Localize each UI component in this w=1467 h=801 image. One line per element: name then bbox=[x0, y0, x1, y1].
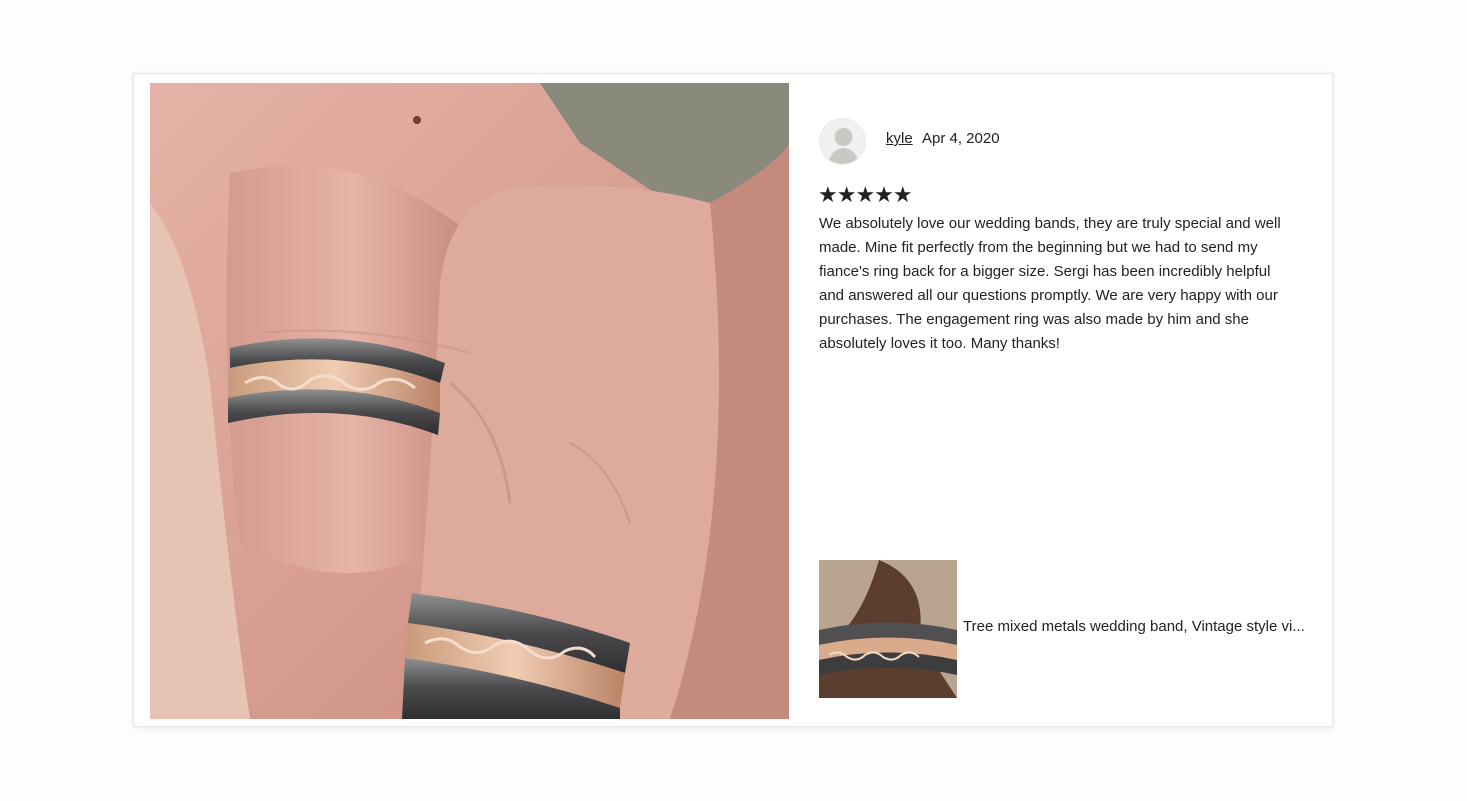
product-thumbnail[interactable] bbox=[819, 560, 957, 698]
reviewer-name-link[interactable]: kyle bbox=[886, 130, 913, 147]
review-panel: kyle Apr 4, 2020 ★★★★★ We absolutely lov… bbox=[818, 74, 1319, 728]
review-date: Apr 4, 2020 bbox=[922, 130, 1000, 147]
product-title-link[interactable]: Tree mixed metals wedding band, Vintage … bbox=[963, 618, 1313, 635]
star-rating: ★★★★★ bbox=[818, 182, 913, 207]
review-photo-image bbox=[150, 83, 789, 719]
review-card: kyle Apr 4, 2020 ★★★★★ We absolutely lov… bbox=[133, 73, 1333, 727]
review-photo[interactable] bbox=[150, 83, 789, 719]
avatar-silhouette-icon bbox=[828, 128, 859, 164]
default-avatar-icon[interactable] bbox=[819, 118, 866, 165]
review-text: We absolutely love our wedding bands, th… bbox=[819, 215, 1281, 352]
product-thumbnail-image bbox=[819, 560, 957, 698]
